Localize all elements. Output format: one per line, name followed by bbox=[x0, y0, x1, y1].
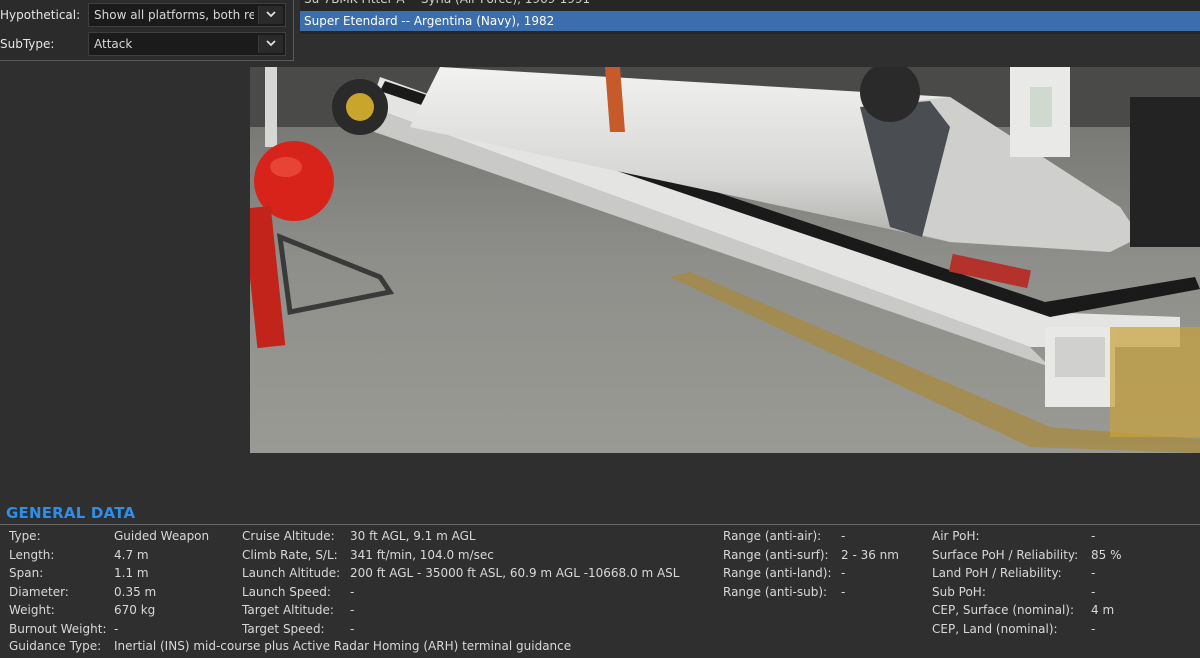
data-label: Range (anti-sub): bbox=[723, 584, 828, 599]
data-value: - bbox=[1091, 584, 1096, 599]
data-row: Length: 4.7 m bbox=[9, 546, 234, 565]
data-value: - bbox=[1091, 566, 1096, 580]
data-label: Weight: bbox=[9, 603, 55, 617]
data-value: 4.7 m bbox=[114, 547, 149, 562]
data-row: Air PoH: - bbox=[932, 527, 1192, 546]
data-label: Cruise Altitude: bbox=[242, 529, 335, 543]
platform-list[interactable]: Su-7BMK Fitter A -- Syria (Air Force), 1… bbox=[300, 0, 1200, 34]
data-row: Burnout Weight: - bbox=[9, 620, 234, 639]
data-row: Weight: 670 kg bbox=[9, 601, 234, 620]
data-value: Guided Weapon bbox=[114, 529, 210, 543]
hypothetical-select[interactable]: Show all platforms, both rea bbox=[88, 3, 286, 27]
data-label: CEP, Surface (nominal): bbox=[932, 603, 1075, 617]
data-row: CEP, Land (nominal): - bbox=[932, 620, 1192, 639]
data-value: 1.1 m bbox=[114, 566, 149, 580]
data-label: Diameter: bbox=[9, 584, 69, 599]
data-label: Type: bbox=[9, 529, 41, 543]
data-label: Surface PoH / Reliability: bbox=[932, 547, 1079, 562]
filter-panel: Hypothetical: Show all platforms, both r… bbox=[0, 0, 294, 61]
data-label: Launch Altitude: bbox=[242, 566, 341, 580]
data-value: 4 m bbox=[1091, 603, 1115, 617]
data-label: Launch Speed: bbox=[242, 584, 331, 599]
data-label: Target Altitude: bbox=[242, 603, 334, 617]
subtype-label: SubType: bbox=[0, 37, 55, 51]
data-label: Range (anti-land): bbox=[723, 566, 832, 580]
data-row: Land PoH / Reliability: - bbox=[932, 564, 1192, 583]
data-value: 30 ft AGL, 9.1 m AGL bbox=[350, 529, 476, 543]
general-data-column-3: Range (anti-air): - Range (anti-surf): 2 -… bbox=[723, 527, 923, 601]
data-row: Target Speed: - bbox=[242, 620, 712, 639]
data-value: - bbox=[350, 603, 355, 617]
data-row: Launch Altitude: 200 ft AGL - 35000 ft AS… bbox=[242, 564, 712, 583]
data-label: Air PoH: bbox=[932, 529, 980, 543]
data-label: Sub PoH: bbox=[932, 584, 986, 599]
data-row: Launch Speed: - bbox=[242, 583, 712, 602]
data-row: Cruise Altitude: 30 ft AGL, 9.1 m AGL bbox=[242, 527, 712, 546]
general-data-column-4: Air PoH: - Surface PoH / Reliability: 85 %… bbox=[932, 527, 1192, 638]
data-value: 341 ft/min, 104.0 m/sec bbox=[350, 547, 494, 562]
list-item-selected[interactable]: Super Etendard -- Argentina (Navy), 1982 bbox=[300, 11, 1200, 31]
data-row: Sub PoH: - bbox=[932, 583, 1192, 602]
data-row: Climb Rate, S/L: 341 ft/min, 104.0 m/sec bbox=[242, 546, 712, 565]
data-row: Range (anti-air): - bbox=[723, 527, 923, 546]
general-data-column-1: Type: Guided Weapon Length: 4.7 m Span: 1.1… bbox=[9, 527, 234, 638]
data-label: Target Speed: bbox=[242, 621, 325, 636]
data-value: Inertial (INS) mid-course plus Active Ra… bbox=[114, 639, 572, 653]
subtype-filter-row: SubType: Attack bbox=[0, 32, 293, 58]
data-row: Range (anti-sub): - bbox=[723, 583, 923, 602]
data-row: CEP, Surface (nominal): 4 m bbox=[932, 601, 1192, 620]
data-value: - bbox=[841, 566, 846, 580]
data-row: Range (anti-land): - bbox=[723, 564, 923, 583]
list-item[interactable]: Su-7BMK Fitter A -- Syria (Air Force), 1… bbox=[300, 0, 1200, 9]
data-label: Range (anti-surf): bbox=[723, 547, 829, 562]
general-data-column-2: Cruise Altitude: 30 ft AGL, 9.1 m AGL Cli… bbox=[242, 527, 712, 638]
data-value: - bbox=[841, 529, 846, 543]
data-label: Burnout Weight: bbox=[9, 621, 107, 636]
hypothetical-filter-row: Hypothetical: Show all platforms, both r… bbox=[0, 3, 293, 29]
data-row: Span: 1.1 m bbox=[9, 564, 234, 583]
chevron-down-icon[interactable] bbox=[258, 35, 283, 53]
data-label: CEP, Land (nominal): bbox=[932, 621, 1058, 636]
data-row: Diameter: 0.35 m bbox=[9, 583, 234, 602]
data-value: 85 % bbox=[1091, 547, 1122, 562]
data-value: - bbox=[114, 621, 119, 636]
data-label: Land PoH / Reliability: bbox=[932, 566, 1062, 580]
data-value: - bbox=[350, 584, 355, 599]
hypothetical-select-value: Show all platforms, both rea bbox=[94, 8, 254, 22]
data-row: Target Altitude: - bbox=[242, 601, 712, 620]
data-value: - bbox=[1091, 621, 1096, 636]
data-value: 2 - 36 nm bbox=[841, 547, 899, 562]
data-row: Type: Guided Weapon bbox=[9, 527, 234, 546]
hypothetical-label: Hypothetical: bbox=[0, 8, 81, 22]
subtype-select-value: Attack bbox=[94, 37, 133, 51]
data-label: Climb Rate, S/L: bbox=[242, 547, 338, 562]
data-row: Range (anti-surf): 2 - 36 nm bbox=[723, 546, 923, 565]
data-label: Length: bbox=[9, 547, 55, 562]
data-value: 200 ft AGL - 35000 ft ASL, 60.9 m AGL -1… bbox=[350, 566, 680, 580]
data-row: Surface PoH / Reliability: 85 % bbox=[932, 546, 1192, 565]
data-value: - bbox=[350, 621, 355, 636]
subtype-select[interactable]: Attack bbox=[88, 32, 286, 56]
platform-photo bbox=[250, 67, 1200, 453]
platform-database-window: Hypothetical: Show all platforms, both r… bbox=[0, 0, 1200, 658]
data-value: 0.35 m bbox=[114, 584, 157, 599]
data-value: - bbox=[841, 584, 846, 599]
section-title-general-data: GENERAL DATA bbox=[6, 504, 136, 522]
data-label: Range (anti-air): bbox=[723, 529, 822, 543]
section-divider bbox=[0, 524, 1200, 525]
chevron-down-icon[interactable] bbox=[258, 6, 283, 24]
data-label: Guidance Type: bbox=[9, 639, 102, 653]
data-value: 670 kg bbox=[114, 603, 156, 617]
data-value: - bbox=[1091, 529, 1096, 543]
data-label: Span: bbox=[9, 566, 44, 580]
